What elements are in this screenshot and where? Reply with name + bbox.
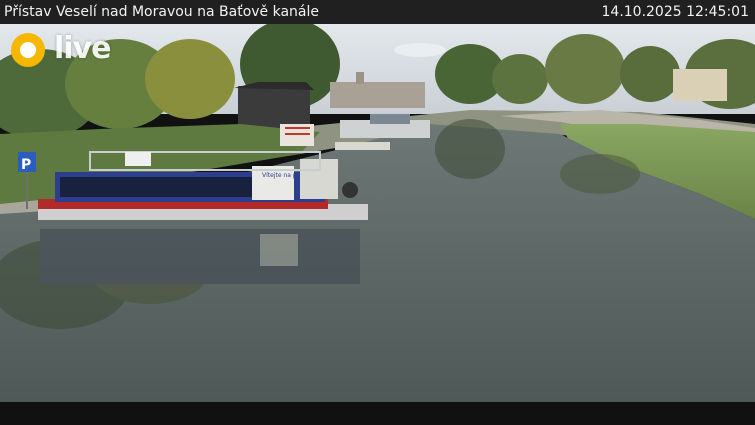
live-logo: live: [10, 31, 122, 69]
webcam-image: Vítejte na palubě P: [0, 24, 755, 402]
bottom-bar: [0, 402, 755, 425]
camera-timestamp: 14.10.2025 12:45:01: [601, 4, 750, 20]
live-logo-icon: [11, 33, 45, 67]
camera-title: Přístav Veselí nad Moravou na Baťově kan…: [4, 4, 320, 20]
live-logo-text: live: [54, 31, 111, 66]
camera-title-bar: Přístav Veselí nad Moravou na Baťově kan…: [0, 0, 755, 24]
parking-sign-letter: P: [21, 157, 31, 173]
webcam-frame: Přístav Veselí nad Moravou na Baťově kan…: [0, 0, 755, 425]
